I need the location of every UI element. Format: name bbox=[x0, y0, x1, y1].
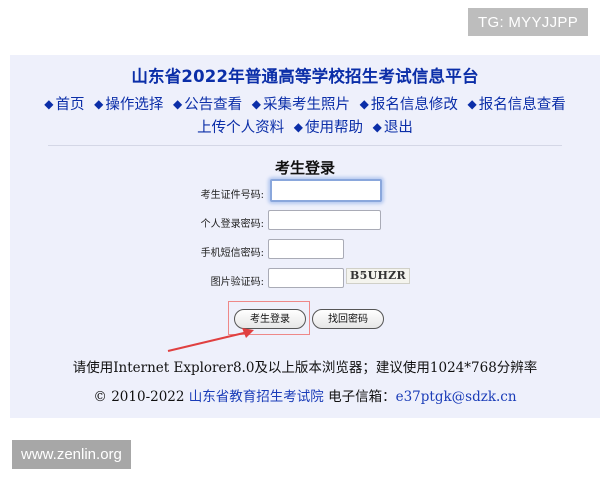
nav-row-2: 上传个人资料 ◆ 使用帮助 ◆ 退出 bbox=[10, 116, 600, 137]
diamond-bullet-icon: ◆ bbox=[251, 97, 262, 111]
password-label: 个人登录密码: bbox=[200, 219, 264, 230]
nav-item-view-registration[interactable]: ◆ 报名信息查看 bbox=[467, 97, 565, 113]
nav-item-help[interactable]: ◆ 使用帮助 bbox=[294, 120, 363, 136]
page-title: 山东省2022年普通高等学校招生考试信息平台 bbox=[131, 67, 479, 86]
password-input[interactable] bbox=[268, 210, 381, 230]
browser-notice: 请使用Internet Explorer8.0及以上版本浏览器；建议使用1024… bbox=[72, 360, 538, 376]
login-title: 考生登录 bbox=[274, 159, 335, 177]
nav-item-photo[interactable]: ◆ 采集考生照片 bbox=[252, 97, 350, 113]
sms-code-label: 手机短信密码: bbox=[200, 248, 264, 259]
footer: © 2010-2022 山东省教育招生考试院 电子信箱：e37ptgk@sdzk… bbox=[10, 385, 600, 405]
nav-item-edit-registration[interactable]: ◆ 报名信息修改 bbox=[360, 97, 458, 113]
sms-code-input[interactable] bbox=[268, 239, 344, 259]
captcha-input[interactable] bbox=[268, 268, 344, 288]
diamond-bullet-icon: ◆ bbox=[372, 120, 382, 134]
nav-item-home[interactable]: ◆ 首页 bbox=[44, 97, 84, 113]
email-label: 电子信箱： bbox=[328, 389, 396, 405]
recover-password-button[interactable]: 找回密码 bbox=[312, 309, 384, 329]
nav-item-upload-profile[interactable]: 上传个人资料 bbox=[197, 120, 284, 136]
watermark-bottom: www.zenlin.org bbox=[12, 440, 131, 469]
id-number-input[interactable] bbox=[270, 179, 382, 202]
org-link[interactable]: 山东省教育招生考试院 bbox=[189, 389, 324, 405]
divider bbox=[48, 145, 562, 146]
copyright: © 2010-2022 bbox=[93, 389, 185, 405]
diamond-bullet-icon: ◆ bbox=[94, 97, 104, 111]
diamond-bullet-icon: ◆ bbox=[293, 120, 303, 134]
diamond-bullet-icon: ◆ bbox=[172, 97, 183, 111]
diamond-bullet-icon: ◆ bbox=[359, 97, 369, 111]
nav-row-1: ◆ 首页 ◆ 操作选择 ◆ 公告查看 ◆ 采集考生照片 ◆ 报名信息修改 ◆ 报名信息查看 bbox=[10, 93, 600, 114]
captcha-image[interactable]: B5UHZR bbox=[346, 268, 410, 284]
watermark-top: TG: MYYJJPP bbox=[468, 8, 588, 36]
main-panel: 山东省2022年普通高等学校招生考试信息平台 ◆ 首页 ◆ 操作选择 ◆ 公告查看 ◆… bbox=[10, 55, 600, 418]
email-link[interactable]: e37ptgk@sdzk.cn bbox=[396, 389, 517, 405]
diamond-bullet-icon: ◆ bbox=[44, 97, 54, 111]
captcha-label: 图片验证码: bbox=[210, 277, 264, 288]
nav-item-logout[interactable]: ◆ 退出 bbox=[373, 120, 413, 136]
nav-item-operation-select[interactable]: ◆ 操作选择 bbox=[94, 97, 163, 113]
id-number-label: 考生证件号码: bbox=[200, 190, 264, 201]
diamond-bullet-icon: ◆ bbox=[467, 97, 477, 111]
login-button[interactable]: 考生登录 bbox=[234, 309, 306, 329]
nav-item-notices[interactable]: ◆ 公告查看 bbox=[173, 97, 242, 113]
